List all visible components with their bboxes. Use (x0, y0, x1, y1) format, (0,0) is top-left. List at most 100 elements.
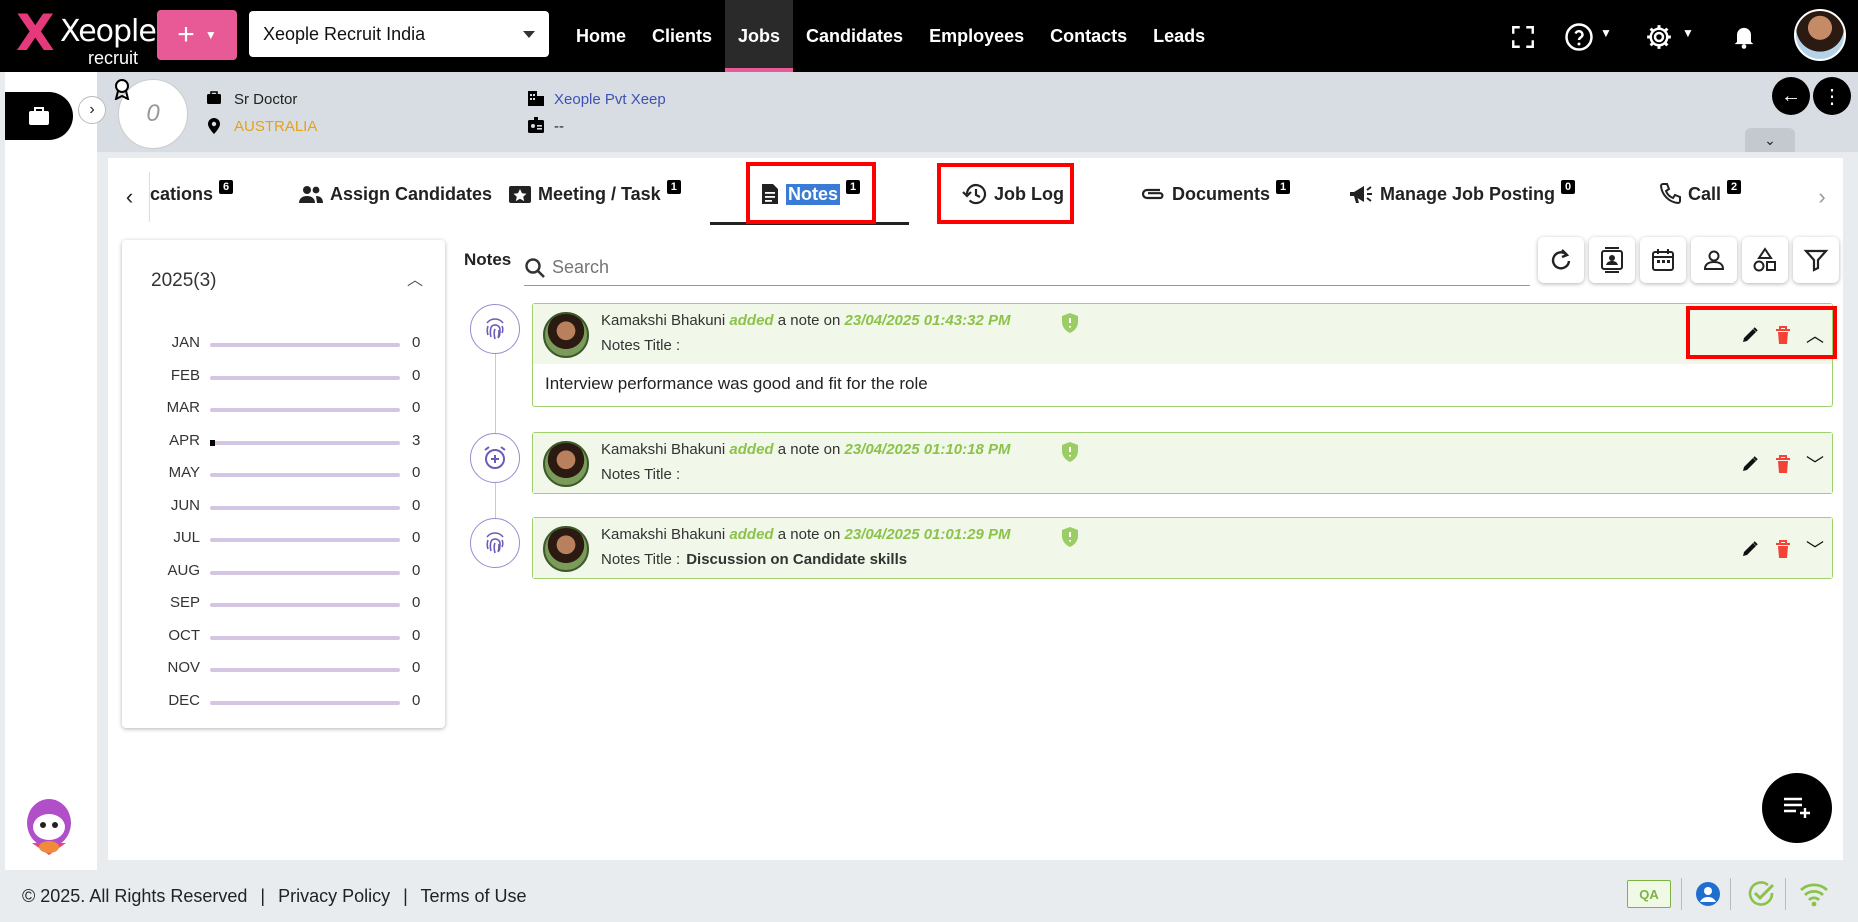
month-row[interactable]: JAN 0 (122, 334, 445, 354)
month-bar-track (210, 473, 400, 477)
month-count: 0 (412, 561, 421, 579)
notes-search[interactable] (524, 250, 1530, 286)
people-group-icon (299, 186, 323, 203)
edit-pencil-icon[interactable] (1740, 454, 1760, 474)
tab-assign-candidates[interactable]: Assign Candidates (298, 163, 492, 225)
search-icon (525, 257, 545, 278)
add-note-fab[interactable] (1762, 773, 1832, 843)
month-row[interactable]: JUN 0 (122, 497, 445, 517)
more-options-button[interactable]: ⋮ (1813, 77, 1851, 115)
month-count: 0 (412, 464, 421, 481)
terms-of-use-link[interactable]: Terms of Use (421, 886, 527, 906)
back-arrow-button[interactable]: ← (1772, 77, 1810, 115)
note-card[interactable]: Kamakshi Bhakuni added a note on 23/04/2… (532, 432, 1833, 494)
note-card[interactable]: Kamakshi Bhakuni added a note on 23/04/2… (532, 303, 1833, 407)
nav-jobs[interactable]: Jobs (725, 0, 794, 72)
check-status-icon[interactable] (1746, 879, 1776, 909)
company-select[interactable]: Xeople Recruit India (249, 11, 549, 57)
month-row[interactable]: APR 3 (122, 432, 445, 452)
year-summary-card: 2025(3) ︿ JAN 0 FEB 0 MAR 0 APR 3 MAY 0 JUN 0 JUL 0 AU… (122, 240, 445, 728)
fingerprint-icon (470, 518, 520, 568)
nav-employees[interactable]: Employees (916, 0, 1037, 72)
month-row[interactable]: FEB 0 (122, 367, 445, 387)
xeople-logo[interactable]: X Xeople recruit (14, 2, 157, 68)
month-label: NOV (167, 659, 200, 676)
calendar-filter[interactable] (1640, 237, 1686, 283)
highlight-notes-tab (746, 162, 876, 224)
month-row[interactable]: NOV 0 (122, 659, 445, 679)
nav-contacts[interactable]: Contacts (1037, 0, 1140, 72)
tab-label: Call (1688, 183, 1722, 204)
delete-trash-icon[interactable] (1774, 454, 1792, 474)
month-row[interactable]: SEP 0 (122, 594, 445, 614)
tab-badge: 0 (1561, 180, 1576, 194)
month-bar-track (210, 343, 400, 347)
delete-trash-icon[interactable] (1774, 539, 1792, 559)
help-icon[interactable] (1564, 22, 1594, 52)
month-row[interactable]: OCT 0 (122, 627, 445, 647)
note-title-label: Notes Title : (601, 337, 681, 354)
main-nav: Home Clients Jobs Candidates Employees C… (563, 0, 1218, 72)
month-bar-track (210, 668, 400, 672)
kebab-menu-icon: ⋮ (1822, 85, 1842, 108)
expand-sidebar-button[interactable]: › (78, 96, 106, 124)
tab-meeting-task[interactable]: Meeting / Task 1 (508, 163, 681, 225)
footer-links: © 2025. All Rights Reserved | Privacy Po… (22, 886, 527, 906)
tab-applications[interactable]: cations 6 (150, 163, 234, 225)
collapse-header-button[interactable]: ⌄ (1745, 128, 1795, 152)
note-meta: Kamakshi Bhakuni added a note on 23/04/2… (601, 526, 1010, 543)
refresh-button[interactable] (1538, 237, 1584, 283)
note-author: Kamakshi Bhakuni (601, 526, 726, 543)
category-filter[interactable] (1742, 237, 1788, 283)
settings-gear-icon[interactable] (1644, 22, 1674, 52)
contact-book-filter[interactable] (1589, 237, 1635, 283)
logo-x-mark: X (16, 4, 55, 62)
note-title: Discussion on Candidate skills (686, 551, 908, 568)
tab-badge: 6 (219, 180, 234, 194)
tab-call[interactable]: Call 2 (1658, 163, 1742, 225)
notification-bell-icon[interactable] (1730, 22, 1758, 50)
month-bar-track (210, 439, 400, 446)
tab-manage-job-posting[interactable]: Manage Job Posting 0 (1348, 163, 1576, 225)
month-label: APR (169, 431, 200, 449)
job-location: AUSTRALIA (234, 118, 318, 135)
location-pin-icon (208, 118, 220, 134)
copyright-text: © 2025. All Rights Reserved (22, 886, 248, 906)
plus-icon: + (177, 18, 195, 51)
chevron-down-icon[interactable]: ﹀ (1806, 536, 1824, 562)
month-row[interactable]: DEC 0 (122, 692, 445, 712)
month-bar-fill (210, 439, 215, 446)
tab-documents[interactable]: Documents 1 (1140, 163, 1291, 225)
nav-clients[interactable]: Clients (639, 0, 725, 72)
nav-leads[interactable]: Leads (1140, 0, 1218, 72)
month-row[interactable]: JUL 0 (122, 529, 445, 549)
search-input[interactable] (552, 257, 1452, 278)
month-label: MAY (168, 464, 200, 481)
paperclip-icon (1141, 188, 1164, 200)
year-title[interactable]: 2025(3) (151, 270, 217, 292)
privacy-policy-link[interactable]: Privacy Policy (278, 886, 390, 906)
nav-home[interactable]: Home (563, 0, 639, 72)
user-filter[interactable] (1691, 237, 1737, 283)
fullscreen-icon[interactable] (1510, 24, 1536, 50)
quick-add-button[interactable]: + ▼ (157, 10, 237, 60)
chevron-down-icon[interactable]: ﹀ (1806, 451, 1824, 477)
settings-chevron-icon[interactable]: ▼ (1682, 26, 1694, 40)
nav-candidates[interactable]: Candidates (793, 0, 916, 72)
note-card[interactable]: Kamakshi Bhakuni added a note on 23/04/2… (532, 517, 1833, 579)
help-chevron-icon[interactable]: ▼ (1600, 26, 1612, 40)
assistant-bot-icon[interactable] (18, 793, 80, 859)
chevron-down-icon: ▼ (204, 28, 217, 42)
month-row[interactable]: MAY 0 (122, 464, 445, 484)
filter-button[interactable] (1793, 237, 1839, 283)
chevron-up-icon[interactable]: ︿ (407, 266, 423, 290)
month-row[interactable]: MAR 0 (122, 399, 445, 419)
tab-badge: 1 (1276, 180, 1291, 194)
job-client-link[interactable]: Xeople Pvt Xeep (554, 91, 666, 108)
user-avatar[interactable] (1794, 9, 1846, 61)
jobs-module-button[interactable] (5, 92, 73, 140)
notes-section-label: Notes (464, 250, 512, 269)
edit-pencil-icon[interactable] (1740, 539, 1760, 559)
month-row[interactable]: AUG 0 (122, 562, 445, 582)
account-circle-icon[interactable] (1694, 880, 1722, 908)
